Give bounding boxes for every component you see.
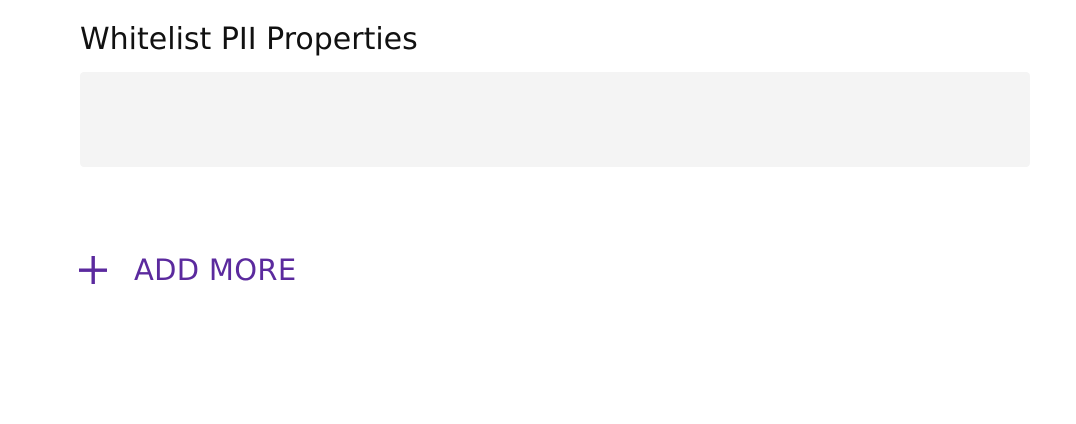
add-more-button[interactable]: ADD MORE	[78, 248, 296, 292]
whitelist-pii-input[interactable]	[80, 72, 1030, 167]
add-more-label: ADD MORE	[134, 253, 297, 287]
plus-icon	[78, 255, 108, 285]
whitelist-pii-label: Whitelist PII Properties	[80, 22, 418, 57]
